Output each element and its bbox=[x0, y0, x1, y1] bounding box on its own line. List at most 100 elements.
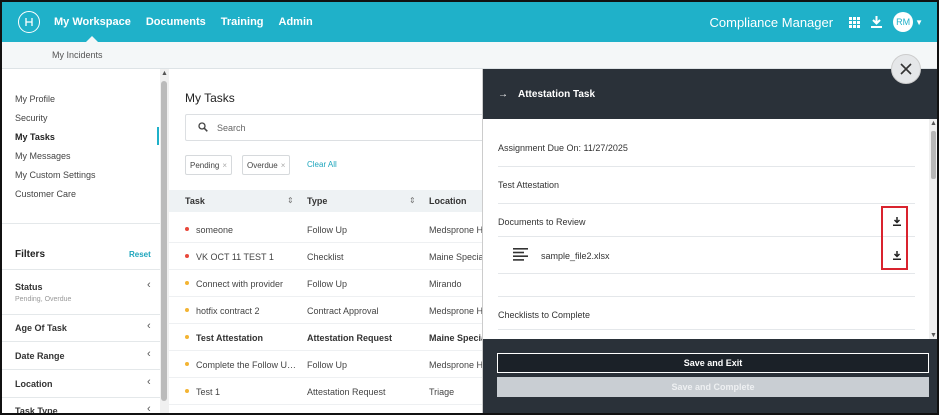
filter-status-value: Pending, Overdue bbox=[15, 296, 72, 303]
status-dot bbox=[185, 335, 189, 339]
sidebar-item-security[interactable]: Security bbox=[15, 113, 48, 123]
divider bbox=[498, 166, 915, 167]
divider bbox=[498, 296, 915, 297]
sidebar-item-my-profile[interactable]: My Profile bbox=[15, 94, 55, 104]
task-cell: Connect with provider bbox=[196, 279, 284, 289]
download-icon[interactable] bbox=[867, 13, 885, 31]
save-and-complete-button[interactable]: Save and Complete bbox=[497, 377, 929, 397]
chevron-left-icon[interactable]: ‹ bbox=[147, 376, 151, 388]
close-icon bbox=[900, 63, 912, 75]
task-cell: someone bbox=[196, 225, 234, 235]
table-header: Task ⇕ Type ⇕ Location bbox=[169, 190, 482, 212]
type-cell: Contract Approval bbox=[307, 306, 379, 316]
sort-icon[interactable]: ⇕ bbox=[287, 196, 294, 205]
document-row[interactable]: sample_file2.xlsx bbox=[498, 236, 915, 274]
divider bbox=[2, 369, 160, 370]
panel-header: → Attestation Task bbox=[483, 69, 937, 119]
status-dot bbox=[185, 389, 189, 393]
panel-title: Attestation Task bbox=[518, 89, 596, 100]
checklists-heading: Checklists to Complete bbox=[498, 310, 591, 320]
assignment-due: Assignment Due On: 11/27/2025 bbox=[498, 143, 628, 153]
column-header-type[interactable]: Type bbox=[307, 196, 327, 206]
clear-all-link[interactable]: Clear All bbox=[307, 160, 337, 169]
nav-training[interactable]: Training bbox=[221, 2, 264, 42]
chevron-left-icon[interactable]: ‹ bbox=[147, 279, 151, 291]
table-row[interactable]: Connect with provider Follow Up Mirando bbox=[169, 270, 482, 297]
filter-age-of-task[interactable]: Age Of Task bbox=[15, 323, 155, 333]
chip-label: Pending bbox=[190, 161, 220, 170]
main-content: My Tasks Search Pending × Overdue × Clear … bbox=[169, 69, 485, 413]
scrollbar-thumb[interactable] bbox=[161, 81, 167, 401]
task-cell: hotfix contract 2 bbox=[196, 306, 260, 316]
task-cell: Test Attestation bbox=[196, 333, 264, 343]
chevron-left-icon[interactable]: ‹ bbox=[147, 403, 151, 413]
sidebar-scrollbar[interactable]: ▲ bbox=[160, 69, 169, 413]
table-row[interactable]: Test 1 Attestation Request Triage bbox=[169, 378, 482, 405]
nav-documents[interactable]: Documents bbox=[146, 2, 206, 42]
search-icon bbox=[198, 122, 208, 134]
filter-status[interactable]: Status bbox=[15, 282, 155, 292]
nav-my-workspace[interactable]: My Workspace bbox=[54, 2, 131, 43]
table-row[interactable]: Complete the Follow Up ... Follow Up Medsp… bbox=[169, 351, 482, 378]
save-and-exit-button[interactable]: Save and Exit bbox=[497, 353, 929, 373]
page-title: My Tasks bbox=[185, 91, 235, 105]
close-button[interactable] bbox=[891, 54, 921, 84]
close-icon[interactable]: × bbox=[222, 161, 227, 170]
sort-icon[interactable]: ⇕ bbox=[409, 196, 416, 205]
table-row[interactable]: Test Attestation Attestation Request Maine… bbox=[169, 324, 482, 351]
filter-chip-pending[interactable]: Pending × bbox=[185, 155, 233, 175]
status-dot bbox=[185, 227, 189, 231]
location-cell: Medsprone H bbox=[429, 306, 482, 316]
nav-admin[interactable]: Admin bbox=[279, 2, 313, 42]
chevron-down-icon[interactable]: ▼ bbox=[915, 18, 923, 27]
type-cell: Attestation Request bbox=[307, 387, 386, 397]
scrollbar-thumb[interactable] bbox=[931, 131, 936, 179]
search-input[interactable]: Search bbox=[185, 114, 485, 141]
sidebar-item-customer-care[interactable]: Customer Care bbox=[15, 189, 76, 199]
logo-icon[interactable] bbox=[18, 11, 40, 33]
scroll-up-icon[interactable]: ▲ bbox=[161, 70, 168, 77]
panel-footer: Save and Exit Save and Complete bbox=[483, 339, 937, 413]
status-dot bbox=[185, 254, 189, 258]
arrow-right-icon[interactable]: → bbox=[498, 89, 508, 100]
table-row[interactable]: hotfix contract 2 Contract Approval Medspr… bbox=[169, 297, 482, 324]
type-cell: Checklist bbox=[307, 252, 344, 262]
chevron-left-icon[interactable]: ‹ bbox=[147, 348, 151, 360]
close-icon[interactable]: × bbox=[281, 161, 286, 170]
document-name[interactable]: sample_file2.xlsx bbox=[541, 251, 610, 261]
location-cell: Maine Specia bbox=[429, 333, 482, 343]
task-cell: Test 1 bbox=[196, 387, 221, 397]
table-row[interactable]: someone Follow Up Medsprone H bbox=[169, 216, 482, 243]
download-highlight-box bbox=[881, 206, 908, 270]
filter-location[interactable]: Location bbox=[15, 379, 155, 389]
sidebar: My Profile Security My Tasks My Messages… bbox=[2, 69, 160, 413]
divider bbox=[2, 223, 160, 224]
subnav-my-incidents[interactable]: My Incidents bbox=[52, 50, 103, 60]
filter-chip-overdue[interactable]: Overdue × bbox=[242, 155, 291, 175]
reset-link[interactable]: Reset bbox=[129, 250, 151, 259]
table-row[interactable]: VK OCT 11 TEST 1 Checklist Maine Specia bbox=[169, 243, 482, 270]
scroll-up-icon[interactable]: ▲ bbox=[930, 120, 937, 127]
type-cell: Follow Up bbox=[307, 279, 348, 289]
status-dot bbox=[185, 362, 189, 366]
scroll-down-icon[interactable]: ▼ bbox=[930, 332, 937, 339]
sidebar-item-my-tasks[interactable]: My Tasks bbox=[15, 132, 55, 142]
sidebar-item-my-messages[interactable]: My Messages bbox=[15, 151, 71, 161]
location-cell: Medsprone H bbox=[429, 225, 482, 235]
divider bbox=[498, 203, 915, 204]
panel-scrollbar[interactable]: ▲ ▼ bbox=[929, 119, 937, 339]
location-cell: Triage bbox=[429, 387, 455, 397]
documents-heading: Documents to Review bbox=[498, 217, 586, 227]
brand-name: Compliance Manager bbox=[709, 14, 834, 30]
avatar[interactable]: RM bbox=[893, 12, 914, 32]
filter-date-range[interactable]: Date Range bbox=[15, 351, 155, 361]
grid-icon[interactable] bbox=[845, 13, 863, 31]
chevron-left-icon[interactable]: ‹ bbox=[147, 320, 151, 332]
location-cell: Mirando bbox=[429, 279, 462, 289]
column-header-task[interactable]: Task bbox=[185, 196, 205, 206]
sidebar-item-my-custom-settings[interactable]: My Custom Settings bbox=[15, 170, 96, 180]
filter-task-type[interactable]: Task Type bbox=[15, 406, 155, 413]
column-header-location[interactable]: Location bbox=[429, 196, 467, 206]
task-cell: Complete the Follow Up ... bbox=[196, 360, 301, 370]
top-nav: My Workspace Documents Training Admin Co… bbox=[2, 2, 937, 43]
